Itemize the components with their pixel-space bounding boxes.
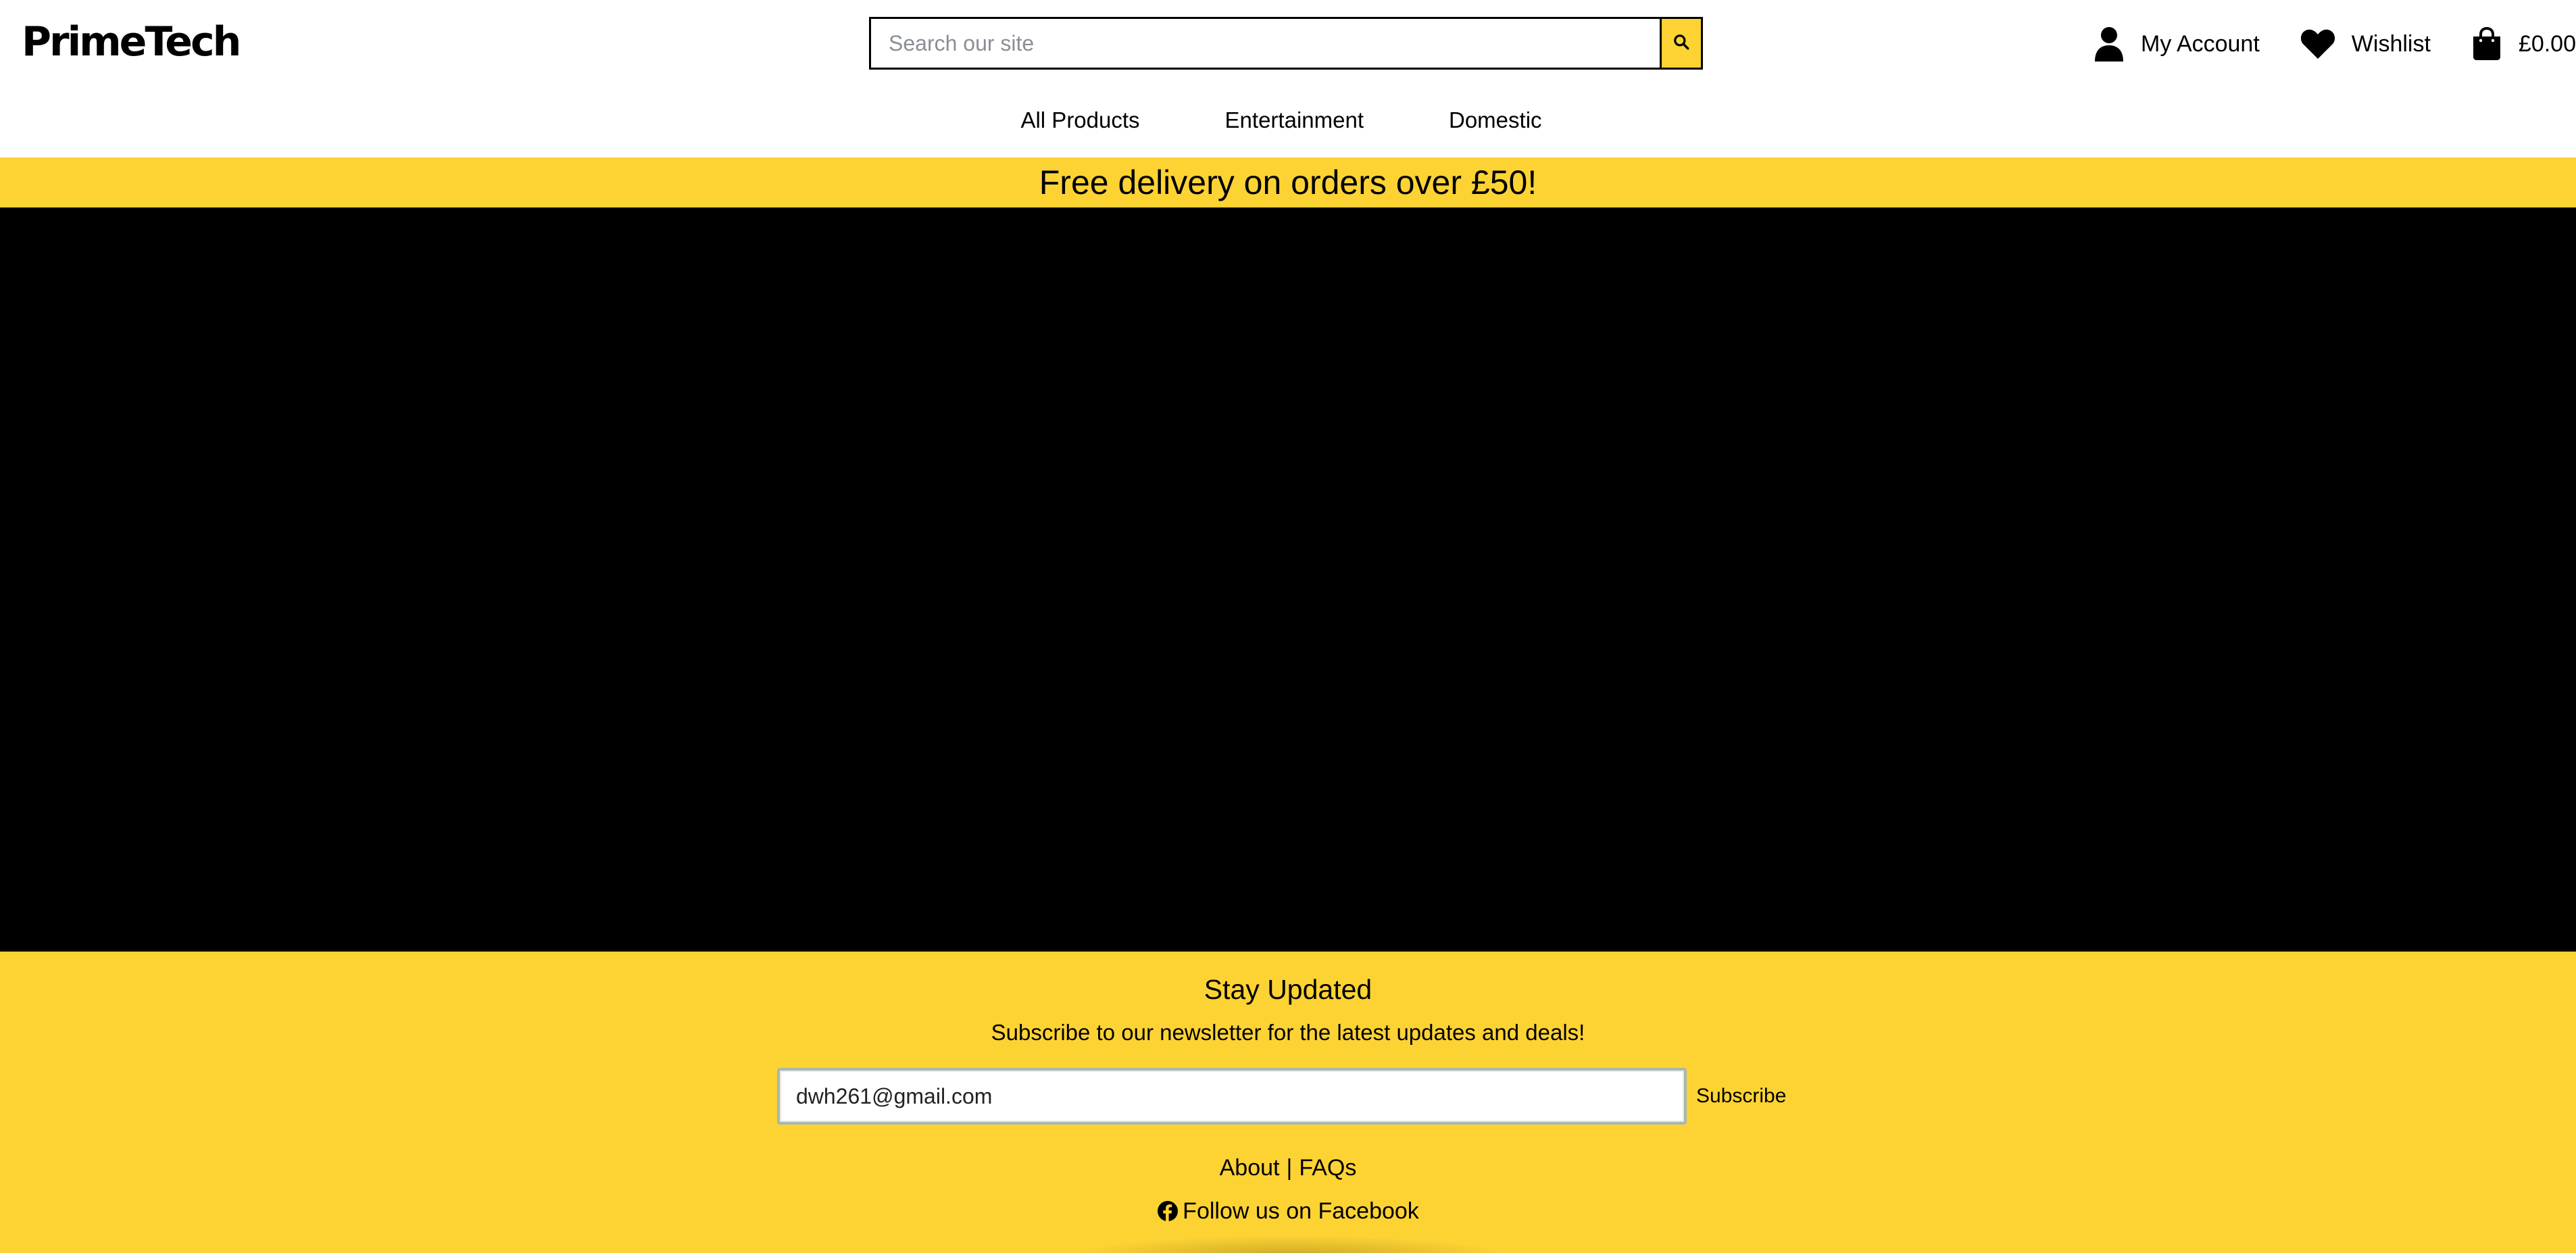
- facebook-icon: [1157, 1200, 1179, 1222]
- cart-link[interactable]: £0.00: [2471, 27, 2576, 61]
- newsletter-title: Stay Updated: [1204, 974, 1372, 1005]
- footer-links: About | FAQs: [0, 1152, 2576, 1184]
- promo-banner: Free delivery on orders over £50!: [0, 157, 2576, 207]
- facebook-link[interactable]: Follow us on Facebook: [0, 1195, 2576, 1227]
- cart-total: £0.00: [2518, 30, 2576, 57]
- site-logo[interactable]: PrimeTech: [22, 15, 241, 69]
- newsletter-subtitle: Subscribe to our newsletter for the late…: [991, 1020, 1585, 1045]
- decorative-shadow: [1068, 1235, 1514, 1253]
- facebook-label: Follow us on Facebook: [1183, 1198, 1419, 1224]
- nav-item-entertainment[interactable]: Entertainment: [1225, 100, 1364, 141]
- hero-area: [0, 207, 2576, 952]
- heart-icon: [2300, 29, 2335, 59]
- search-bar: [869, 17, 1703, 70]
- link-separator: |: [1286, 1155, 1293, 1181]
- account-links: My Account Wishlist £0.00: [2094, 20, 2576, 68]
- site-header: PrimeTech My Account: [0, 0, 2576, 157]
- my-account-label: My Account: [2141, 30, 2260, 57]
- nav-item-domestic[interactable]: Domestic: [1449, 100, 1542, 141]
- newsletter-form: Subscribe: [777, 1068, 1786, 1125]
- email-field[interactable]: [777, 1068, 1687, 1125]
- nav-item-all-products[interactable]: All Products: [1020, 100, 1139, 141]
- shopping-bag-icon: [2471, 27, 2502, 61]
- search-input[interactable]: [869, 17, 1660, 70]
- search-icon: [1673, 33, 1690, 54]
- faqs-link[interactable]: FAQs: [1299, 1155, 1356, 1181]
- search-button[interactable]: [1660, 17, 1703, 70]
- my-account-link[interactable]: My Account: [2094, 26, 2260, 62]
- about-link[interactable]: About: [1220, 1155, 1280, 1181]
- wishlist-link[interactable]: Wishlist: [2300, 29, 2431, 59]
- subscribe-button[interactable]: Subscribe: [1696, 1085, 1786, 1108]
- wishlist-label: Wishlist: [2351, 30, 2431, 57]
- promo-text: Free delivery on orders over £50!: [1039, 164, 1537, 201]
- user-icon: [2094, 26, 2125, 62]
- site-footer: Stay Updated Subscribe to our newsletter…: [0, 952, 2576, 1253]
- main-nav: All Products Entertainment Domestic: [0, 100, 2576, 141]
